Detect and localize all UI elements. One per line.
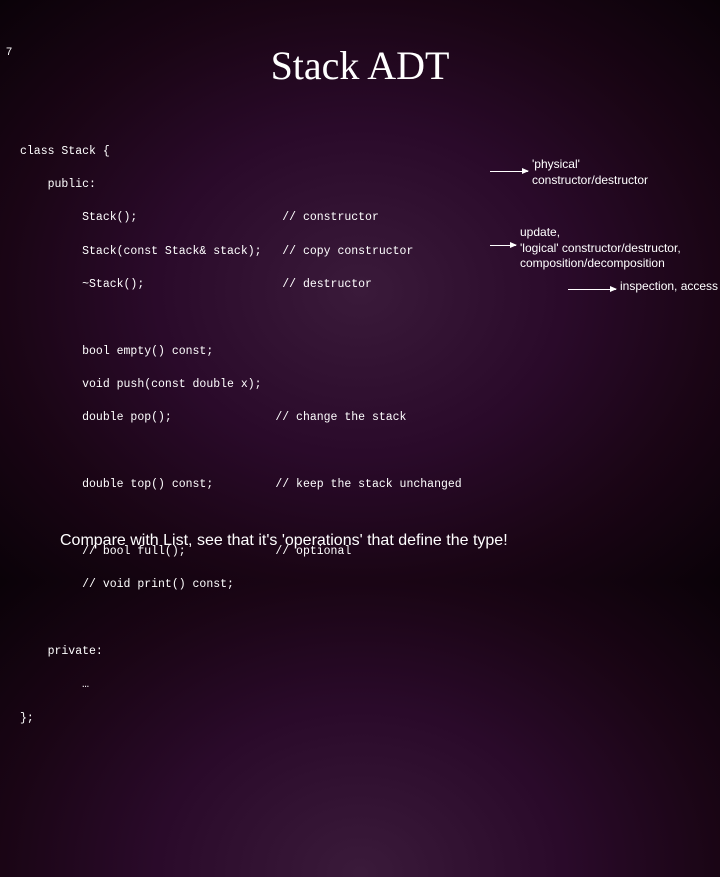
arrow-icon: [568, 289, 616, 290]
code-line: …: [20, 678, 89, 691]
footer-text: Compare with List, see that it's 'operat…: [60, 532, 700, 550]
page-number: 7: [6, 46, 12, 58]
code-line: void push(const double x);: [20, 378, 262, 391]
annotation-inspection: inspection, access: [620, 279, 720, 295]
code-line: Stack(); // constructor: [20, 211, 379, 224]
annotation-logical: update,'logical' constructor/destructor,…: [520, 225, 720, 272]
code-line: ~Stack(); // destructor: [20, 278, 372, 291]
arrow-icon: [490, 245, 516, 246]
code-line: Stack(const Stack& stack); // copy const…: [20, 245, 413, 258]
annotation-physical: 'physical' constructor/destructor: [532, 157, 692, 188]
code-line: class Stack {: [20, 145, 110, 158]
code-line: };: [20, 712, 34, 725]
code-line: double top() const; // keep the stack un…: [20, 478, 462, 491]
code-line: public:: [20, 178, 96, 191]
code-line: // void print() const;: [20, 578, 234, 591]
code-line: private:: [20, 645, 103, 658]
slide-title: Stack ADT: [0, 42, 720, 89]
code-line: bool empty() const;: [20, 345, 213, 358]
arrow-icon: [490, 171, 528, 172]
code-line: double pop(); // change the stack: [20, 411, 406, 424]
code-block: class Stack { public: Stack(); // constr…: [0, 127, 720, 877]
